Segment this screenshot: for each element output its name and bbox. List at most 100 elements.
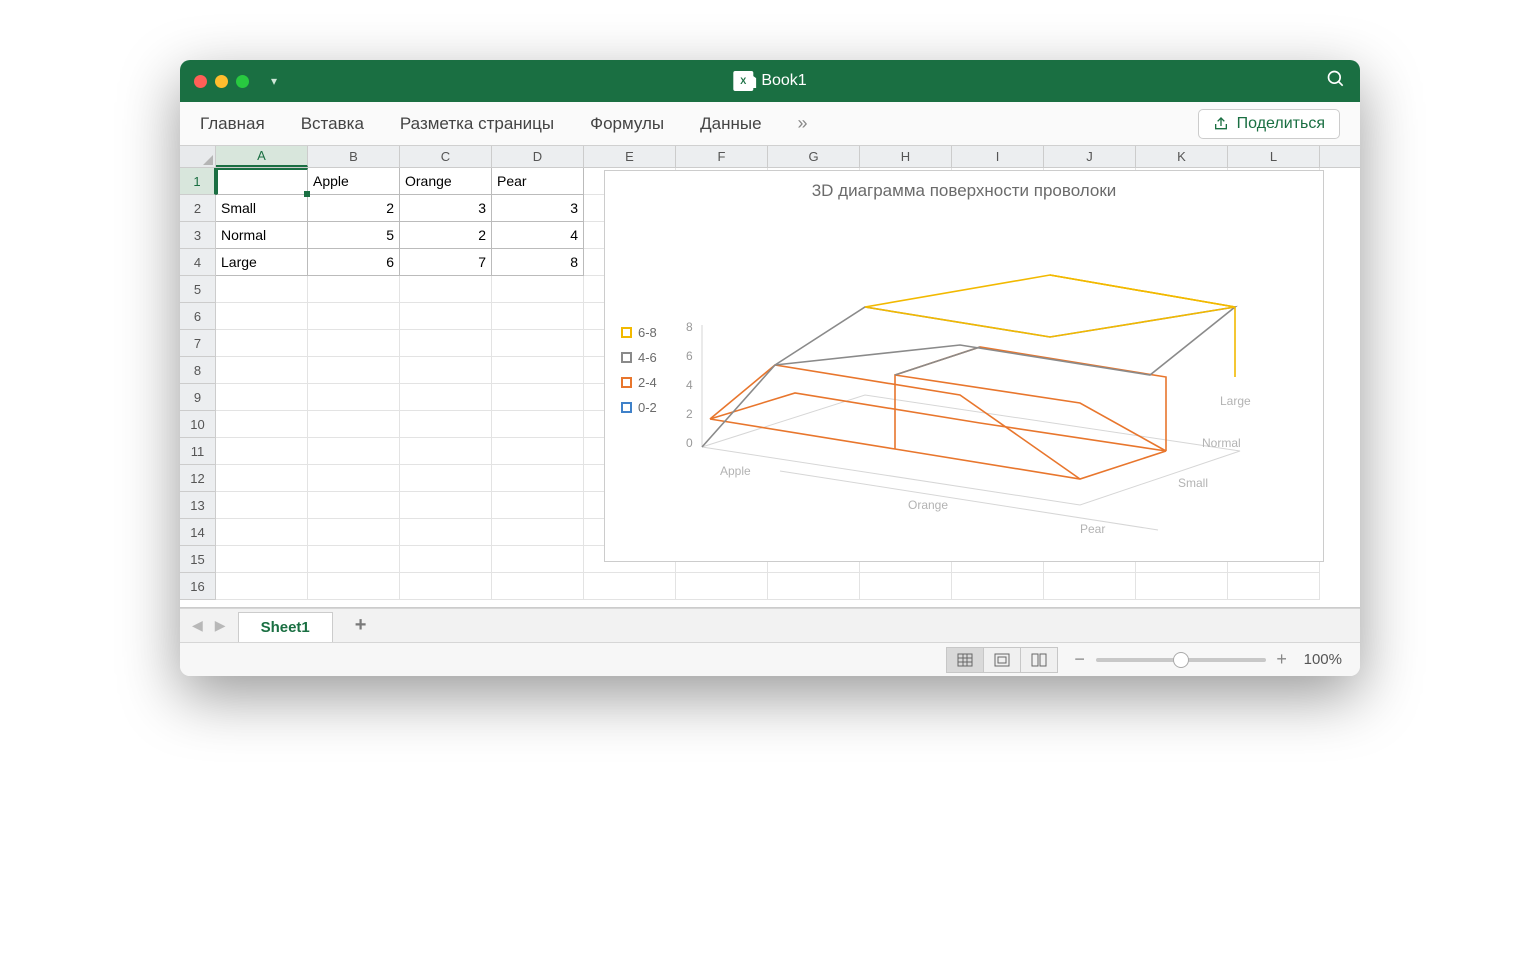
view-page-break[interactable] [1020, 647, 1058, 673]
column-header-H[interactable]: H [860, 146, 952, 167]
cell-B14[interactable] [308, 519, 400, 546]
row-header-9[interactable]: 9 [180, 384, 216, 411]
cell-D13[interactable] [492, 492, 584, 519]
cell-B7[interactable] [308, 330, 400, 357]
cell-B9[interactable] [308, 384, 400, 411]
cell-D10[interactable] [492, 411, 584, 438]
row-header-14[interactable]: 14 [180, 519, 216, 546]
tab-home[interactable]: Главная [200, 114, 265, 134]
column-header-J[interactable]: J [1044, 146, 1136, 167]
cell-C11[interactable] [400, 438, 492, 465]
maximize-button[interactable] [236, 75, 249, 88]
collapse-ribbon-icon[interactable]: ▾ [271, 74, 277, 88]
column-header-I[interactable]: I [952, 146, 1044, 167]
column-header-A[interactable]: A [216, 146, 308, 167]
cell-D7[interactable] [492, 330, 584, 357]
zoom-thumb[interactable] [1173, 652, 1189, 668]
cell-C16[interactable] [400, 573, 492, 600]
cell-A5[interactable] [216, 276, 308, 303]
cell-D8[interactable] [492, 357, 584, 384]
zoom-slider[interactable] [1096, 658, 1266, 662]
row-header-12[interactable]: 12 [180, 465, 216, 492]
row-header-6[interactable]: 6 [180, 303, 216, 330]
cell-B16[interactable] [308, 573, 400, 600]
cell-C6[interactable] [400, 303, 492, 330]
row-header-8[interactable]: 8 [180, 357, 216, 384]
cell-F16[interactable] [676, 573, 768, 600]
cell-B12[interactable] [308, 465, 400, 492]
cell-B13[interactable] [308, 492, 400, 519]
cell-B1[interactable]: Apple [308, 168, 400, 195]
row-header-5[interactable]: 5 [180, 276, 216, 303]
cell-C9[interactable] [400, 384, 492, 411]
cell-C13[interactable] [400, 492, 492, 519]
search-icon[interactable] [1326, 69, 1346, 94]
row-header-16[interactable]: 16 [180, 573, 216, 600]
row-header-10[interactable]: 10 [180, 411, 216, 438]
cell-A16[interactable] [216, 573, 308, 600]
cell-B8[interactable] [308, 357, 400, 384]
tab-data[interactable]: Данные [700, 114, 761, 134]
cell-D5[interactable] [492, 276, 584, 303]
cell-A10[interactable] [216, 411, 308, 438]
view-normal[interactable] [946, 647, 984, 673]
sheet-nav-next[interactable]: ▶ [215, 617, 226, 634]
column-header-G[interactable]: G [768, 146, 860, 167]
cell-A11[interactable] [216, 438, 308, 465]
column-header-F[interactable]: F [676, 146, 768, 167]
cell-D4[interactable]: 8 [492, 249, 584, 276]
cell-D6[interactable] [492, 303, 584, 330]
tab-formulas[interactable]: Формулы [590, 114, 664, 134]
cell-B11[interactable] [308, 438, 400, 465]
cell-K16[interactable] [1136, 573, 1228, 600]
minimize-button[interactable] [215, 75, 228, 88]
cell-A2[interactable]: Small [216, 195, 308, 222]
cell-A12[interactable] [216, 465, 308, 492]
cell-D1[interactable]: Pear [492, 168, 584, 195]
cell-B4[interactable]: 6 [308, 249, 400, 276]
cell-G16[interactable] [768, 573, 860, 600]
cell-E16[interactable] [584, 573, 676, 600]
cell-D12[interactable] [492, 465, 584, 492]
cell-C3[interactable]: 2 [400, 222, 492, 249]
cell-D11[interactable] [492, 438, 584, 465]
add-sheet-button[interactable]: + [345, 614, 377, 637]
cell-I16[interactable] [952, 573, 1044, 600]
cell-D9[interactable] [492, 384, 584, 411]
tab-page-layout[interactable]: Разметка страницы [400, 114, 554, 134]
row-header-7[interactable]: 7 [180, 330, 216, 357]
more-tabs-icon[interactable]: » [798, 113, 808, 134]
cell-L16[interactable] [1228, 573, 1320, 600]
cell-A15[interactable] [216, 546, 308, 573]
row-header-1[interactable]: 1 [180, 168, 216, 195]
spreadsheet-grid[interactable]: ABCDEFGHIJKL 1AppleOrangePear2Small2333N… [180, 146, 1360, 608]
cell-C4[interactable]: 7 [400, 249, 492, 276]
column-header-K[interactable]: K [1136, 146, 1228, 167]
cell-C1[interactable]: Orange [400, 168, 492, 195]
cell-C5[interactable] [400, 276, 492, 303]
cell-H16[interactable] [860, 573, 952, 600]
cell-D2[interactable]: 3 [492, 195, 584, 222]
cell-A3[interactable]: Normal [216, 222, 308, 249]
zoom-in-button[interactable]: + [1274, 649, 1290, 670]
cell-J16[interactable] [1044, 573, 1136, 600]
cell-D16[interactable] [492, 573, 584, 600]
cell-B15[interactable] [308, 546, 400, 573]
row-header-15[interactable]: 15 [180, 546, 216, 573]
cell-A4[interactable]: Large [216, 249, 308, 276]
tab-insert[interactable]: Вставка [301, 114, 364, 134]
sheet-tab-active[interactable]: Sheet1 [238, 612, 333, 642]
cell-A1[interactable] [216, 168, 308, 195]
cell-B2[interactable]: 2 [308, 195, 400, 222]
row-header-11[interactable]: 11 [180, 438, 216, 465]
cell-A8[interactable] [216, 357, 308, 384]
column-header-L[interactable]: L [1228, 146, 1320, 167]
chart-object[interactable]: 3D диаграмма поверхности проволоки 6-84-… [604, 170, 1324, 562]
select-all-corner[interactable] [180, 146, 216, 167]
column-header-B[interactable]: B [308, 146, 400, 167]
cell-B5[interactable] [308, 276, 400, 303]
cell-C15[interactable] [400, 546, 492, 573]
share-button[interactable]: Поделиться [1198, 109, 1340, 139]
zoom-out-button[interactable]: − [1072, 649, 1088, 670]
sheet-nav-prev[interactable]: ◀ [192, 617, 203, 634]
